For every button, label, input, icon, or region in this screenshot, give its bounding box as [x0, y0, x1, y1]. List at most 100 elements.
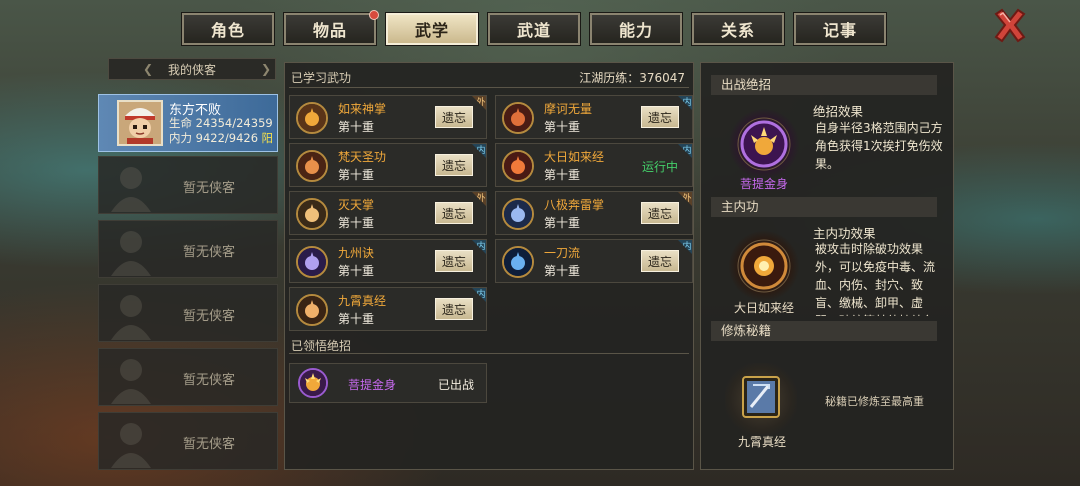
forget-button[interactable]: 遗忘: [435, 250, 473, 272]
forget-button[interactable]: 遗忘: [435, 154, 473, 176]
sun-icon: [737, 239, 791, 293]
skill-card[interactable]: 灭天掌 第十重 遗忘外: [289, 191, 487, 235]
tab-label: 角色: [210, 21, 245, 40]
skill-type-tag: 外: [678, 192, 692, 206]
tab-abilities[interactable]: 能力: [589, 12, 683, 46]
skill-level: 第十重: [544, 120, 581, 134]
hero-slot-empty[interactable]: 暂无侠客: [98, 156, 278, 214]
skill-type-tag: 内: [472, 288, 486, 302]
manual-note: 秘籍已修炼至最高重: [825, 395, 924, 408]
skill-card[interactable]: 九霄真经第十重 遗忘内: [289, 287, 487, 331]
inner-effect-desc: 被攻击时除破功效果外，可以免疫中毒、流血、内伤、封穴、致盲、缴械、卸甲、虚弱、破…: [815, 242, 936, 316]
skill-name: 九州诀: [338, 246, 375, 260]
tab-label: 武学: [414, 21, 449, 40]
tab-label: 记事: [822, 21, 857, 40]
silhouette-icon: [111, 359, 151, 404]
skill-card[interactable]: 摩诃无量 第十重 遗忘内: [495, 95, 693, 139]
skill-card[interactable]: 如来神掌第十重 遗忘外: [289, 95, 487, 139]
experience-value: 江湖历练：376047: [579, 71, 685, 85]
tab-martial-way[interactable]: 武道: [487, 12, 581, 46]
skill-level: 第十重: [338, 120, 375, 134]
ultimate-effect-desc: 自身半径3格范围内己方角色获得1次挨打免伤效果。: [815, 121, 943, 171]
roster-title: 我的侠客: [167, 62, 216, 77]
chevron-right-icon[interactable]: ❯: [261, 62, 271, 76]
main-inner-label: 大日如来经: [733, 301, 794, 315]
skill-level: 第十重: [338, 312, 375, 326]
details-panel: 出战绝招 菩提金身 绝招效果 自身半径3格范围内己方角色获得1次挨打免伤效果。 …: [700, 62, 954, 470]
ultimates-title: 已领悟绝招: [291, 339, 352, 353]
silhouette-icon: [111, 295, 151, 340]
battle-ultimate-label: 菩提金身: [739, 177, 788, 191]
silhouette-icon: [111, 167, 151, 212]
tab-journal[interactable]: 记事: [793, 12, 887, 46]
forget-button[interactable]: 遗忘: [435, 298, 473, 320]
skill-card[interactable]: 八极奔雷掌 第十重 遗忘外: [495, 191, 693, 235]
forget-button[interactable]: 遗忘: [641, 202, 679, 224]
bodhi-icon: [737, 117, 791, 171]
tab-label: 关系: [720, 21, 755, 40]
skill-card[interactable]: 九州诀 第十重 遗忘内: [289, 239, 487, 283]
skill-icon: [296, 150, 328, 182]
skill-card[interactable]: 梵天圣功 第十重 遗忘内: [289, 143, 487, 187]
skill-name: 灭天掌: [338, 198, 375, 212]
skill-icon: [296, 198, 328, 230]
tab-relations[interactable]: 关系: [691, 12, 785, 46]
element-badge: 阳: [261, 131, 274, 145]
close-icon: [994, 8, 1026, 43]
forget-button[interactable]: 遗忘: [641, 106, 679, 128]
forget-button[interactable]: 遗忘: [435, 106, 473, 128]
skill-level: 第十重: [544, 168, 581, 182]
hero-slot-empty[interactable]: 暂无侠客: [98, 412, 278, 470]
hero-slot-empty[interactable]: 暂无侠客: [98, 220, 278, 278]
skill-icon: [296, 294, 328, 326]
skill-card[interactable]: 一刀流 第十重 遗忘内: [495, 239, 693, 283]
silhouette-icon: [111, 231, 151, 276]
battle-ultimate-header: 出战绝招: [711, 75, 937, 95]
chevron-left-icon[interactable]: ❮: [143, 62, 153, 76]
hero-slot-empty[interactable]: 暂无侠客: [98, 348, 278, 406]
skill-card[interactable]: 大日如来经 第十重 运行中 内: [495, 143, 693, 187]
mp-value: 9422/9426: [195, 131, 259, 145]
divider: [289, 353, 689, 354]
skill-type-tag: 外: [472, 192, 486, 206]
empty-slot-label: 暂无侠客: [183, 181, 236, 196]
skill-level: 第十重: [544, 264, 581, 278]
silhouette-icon: [111, 423, 151, 468]
forget-button[interactable]: 遗忘: [435, 202, 473, 224]
empty-slot-label: 暂无侠客: [183, 245, 236, 260]
notification-dot: [369, 10, 379, 20]
tab-character[interactable]: 角色: [181, 12, 275, 46]
tab-martial-arts[interactable]: 武学: [385, 12, 479, 46]
forget-button[interactable]: 遗忘: [641, 250, 679, 272]
bodhi-icon: [298, 368, 328, 398]
tab-items[interactable]: 物品: [283, 10, 379, 46]
skill-icon: [502, 150, 534, 182]
skill-icon: [296, 102, 328, 134]
empty-slot-label: 暂无侠客: [183, 437, 236, 452]
tab-bar: 角色 物品 武学 武道 能力 关系 记事: [181, 10, 887, 46]
skill-level: 第十重: [338, 264, 375, 278]
battle-ultimate-medal[interactable]: [729, 109, 799, 179]
main-inner-header: 主内功: [711, 197, 937, 217]
skill-name: 如来神掌: [338, 102, 387, 116]
learned-title: 已学习武功: [291, 71, 352, 85]
skill-type-tag: 内: [678, 144, 692, 158]
skill-icon: [502, 198, 534, 230]
main-inner-medal[interactable]: [729, 231, 799, 301]
hero-slot-empty[interactable]: 暂无侠客: [98, 284, 278, 342]
tab-label: 武道: [516, 21, 551, 40]
hp-stat: 生命 24354/24359: [169, 115, 273, 131]
skill-type-tag: 内: [472, 144, 486, 158]
skill-name: 九霄真经: [338, 294, 387, 308]
empty-slot-label: 暂无侠客: [183, 309, 236, 324]
avatar: [117, 100, 163, 146]
close-button[interactable]: [992, 8, 1028, 44]
manual-medal[interactable]: [725, 363, 797, 435]
running-status: 运行中: [642, 160, 679, 174]
skill-name: 一刀流: [544, 246, 581, 260]
hero-slot-active[interactable]: 东方不败 生命 24354/24359 内力 9422/9426 阳: [98, 94, 278, 152]
mp-label: 内力: [169, 131, 192, 145]
ultimate-name: 菩提金身: [348, 378, 397, 392]
ultimate-item[interactable]: 菩提金身 已出战: [289, 363, 487, 403]
skill-type-tag: 外: [472, 96, 486, 110]
